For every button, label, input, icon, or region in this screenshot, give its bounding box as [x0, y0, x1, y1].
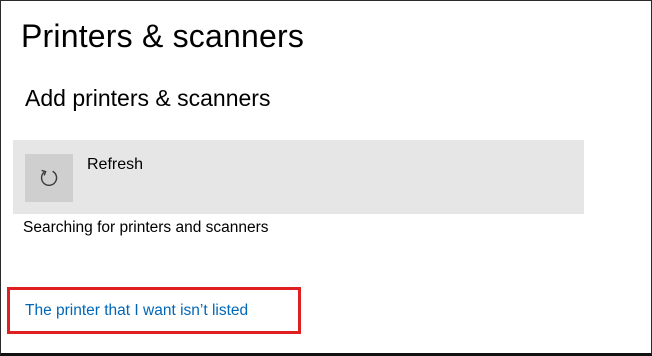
refresh-icon — [25, 154, 73, 202]
search-status-text: Searching for printers and scanners — [23, 219, 269, 236]
refresh-icon-glyph — [40, 169, 58, 187]
settings-window: Printers & scanners Add printers & scann… — [0, 0, 652, 356]
printer-not-listed-link[interactable]: The printer that I want isn’t listed — [25, 302, 248, 320]
refresh-label: Refresh — [87, 156, 144, 173]
page-title: Printers & scanners — [21, 18, 305, 54]
section-title-add-printers: Add printers & scanners — [25, 85, 271, 111]
refresh-button[interactable]: Refresh — [13, 140, 584, 214]
